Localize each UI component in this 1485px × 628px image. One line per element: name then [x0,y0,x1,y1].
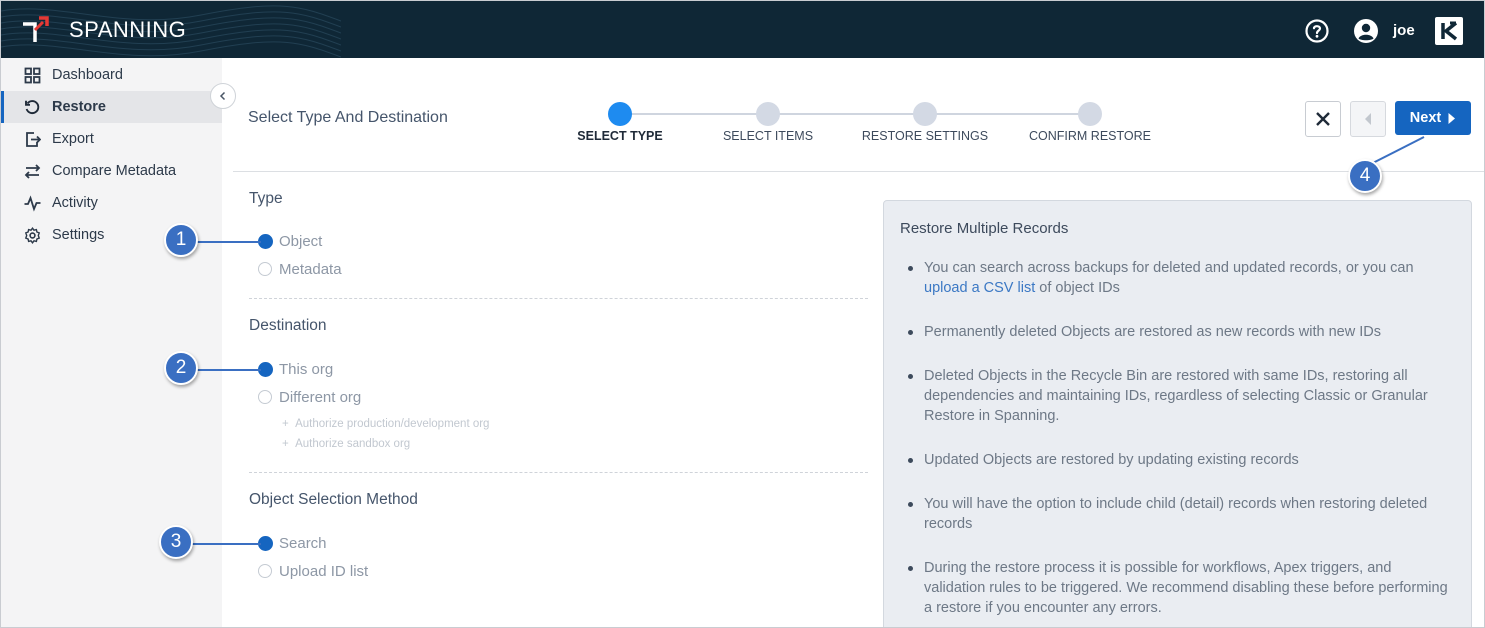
callout-badge-1: 1 [164,223,198,257]
section-divider [249,472,868,473]
info-bullet: Updated Objects are restored by updating… [908,450,1454,470]
sidebar-item-label: Activity [52,195,98,211]
step-label-confirm-restore: CONFIRM RESTORE [1029,129,1151,143]
top-bar: SPANNING joe [1,1,1484,58]
gear-icon [24,227,41,244]
method-section-title: Object Selection Method [249,491,418,508]
export-icon [26,132,41,147]
callout-line-3 [189,543,261,545]
compare-arrows-icon [24,164,41,179]
callout-badge-2: 2 [164,351,198,385]
restore-icon [25,100,40,115]
radio-different-org[interactable] [258,390,272,404]
radio-label-object[interactable]: Object [279,233,322,250]
info-bullet: Deleted Objects in the Recycle Bin are r… [908,366,1454,426]
next-button-label: Next [1409,110,1442,126]
sidebar-item-export[interactable]: Export [1,123,222,155]
info-bullet: You will have the option to include chil… [908,494,1454,534]
header-divider [233,171,1484,172]
radio-upload-id-list[interactable] [258,564,272,578]
spanning-logo-icon [23,16,49,42]
sidebar-item-label: Dashboard [52,67,123,83]
sidebar-item-dashboard[interactable]: Dashboard [1,59,222,91]
brand-name: SPANNING [69,17,187,42]
user-avatar-icon[interactable] [1353,18,1379,44]
step-label-select-type: SELECT TYPE [577,129,663,143]
step-label-select-items: SELECT ITEMS [722,129,814,143]
sidebar-item-activity[interactable]: Activity [1,187,222,219]
step-dot-restore-settings [913,102,937,126]
destination-section-title: Destination [249,317,327,334]
info-panel-title: Restore Multiple Records [900,220,1069,237]
sidebar-item-label: Settings [52,227,105,243]
close-icon [1316,112,1330,126]
radio-label-search[interactable]: Search [279,535,327,552]
callout-line-2 [193,369,261,371]
radio-label-different-org[interactable]: Different org [279,389,361,406]
authorize-production-link[interactable]: + Authorize production/development org [282,418,489,430]
radio-label-metadata[interactable]: Metadata [279,261,342,278]
username[interactable]: joe [1393,22,1415,39]
sidebar-item-label: Restore [52,99,106,115]
callout-badge-3: 3 [159,525,193,559]
step-dot-select-type [608,102,632,126]
stepper-track [620,113,1090,115]
app-window: SPANNING joe Dashboard Restore Export Co… [0,0,1485,628]
sidebar-item-label: Export [52,131,94,147]
info-bullet: During the restore process it is possibl… [908,558,1454,618]
chevron-left-icon [219,91,226,101]
activity-icon [24,195,41,212]
radio-label-this-org[interactable]: This org [279,361,333,378]
info-bullet-text: of object IDs [1039,280,1120,296]
info-bullet: You can search across backups for delete… [908,258,1454,298]
triangle-right-icon [1448,112,1456,124]
help-icon[interactable] [1305,19,1329,43]
type-section-title: Type [249,190,283,207]
grid-icon [24,67,41,84]
authorize-sandbox-label: Authorize sandbox org [295,438,411,450]
upload-csv-link[interactable]: upload a CSV list [924,280,1035,296]
callout-line-1 [193,241,261,243]
radio-metadata[interactable] [258,262,272,276]
next-button[interactable]: Next [1395,101,1471,135]
sidebar-item-label: Compare Metadata [52,163,177,179]
radio-label-upload-id-list[interactable]: Upload ID list [279,563,368,580]
triangle-left-icon [1365,113,1371,125]
info-panel: Restore Multiple Records You can search … [883,200,1472,627]
authorize-production-label: Authorize production/development org [295,418,490,430]
info-bullet: Permanently deleted Objects are restored… [908,322,1454,342]
step-dot-confirm-restore [1078,102,1102,126]
sidebar-collapse-button[interactable] [210,83,236,109]
step-label-restore-settings: RESTORE SETTINGS [861,129,989,143]
sidebar-item-compare-metadata[interactable]: Compare Metadata [1,155,222,187]
kaseya-logo-icon[interactable] [1435,17,1463,45]
authorize-sandbox-link[interactable]: + Authorize sandbox org [282,438,410,450]
sidebar-item-restore[interactable]: Restore [1,91,222,123]
info-bullet-text: You can search across backups for delete… [924,260,1414,276]
cancel-wizard-button[interactable] [1305,101,1341,137]
callout-badge-4: 4 [1348,159,1382,193]
section-divider [249,298,868,299]
step-dot-select-items [756,102,780,126]
page-title: Select Type And Destination [248,109,448,126]
